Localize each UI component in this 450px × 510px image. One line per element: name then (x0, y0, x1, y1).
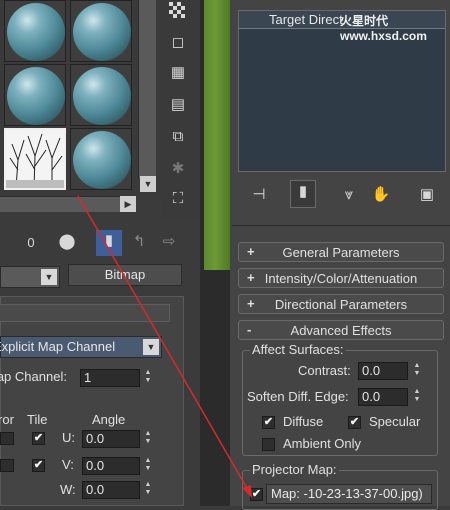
annotation-arrow (77, 195, 252, 498)
